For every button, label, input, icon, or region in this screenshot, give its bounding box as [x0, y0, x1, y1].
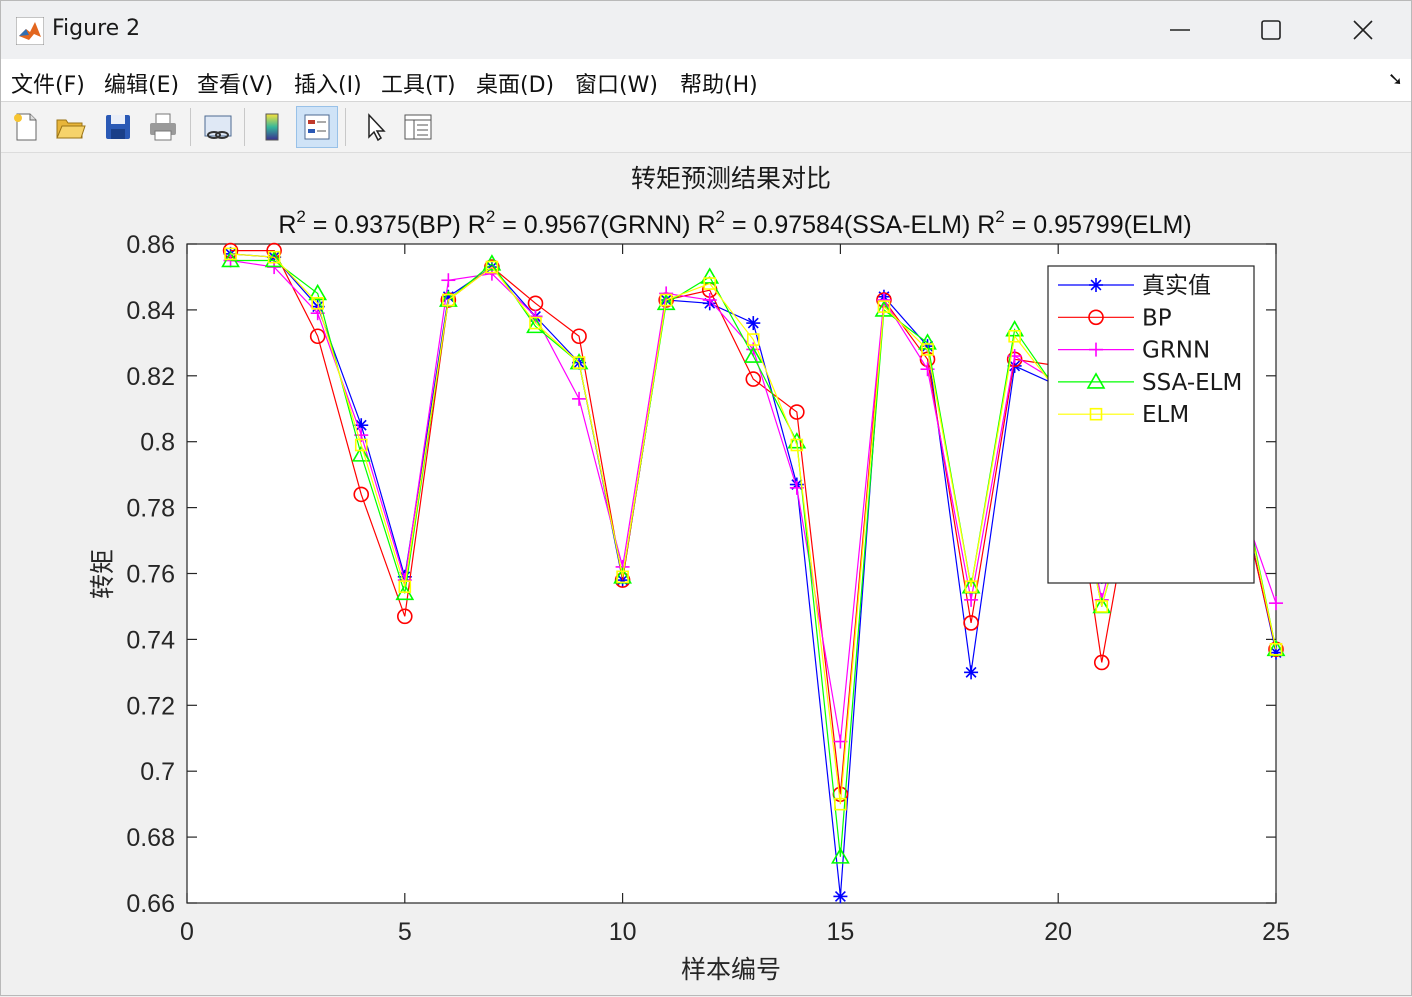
x-tick-label: 0	[180, 918, 194, 946]
minimize-icon	[1170, 29, 1190, 31]
legend-button[interactable]	[296, 106, 338, 148]
print-icon	[150, 113, 176, 141]
y-tick-label: 0.76	[126, 561, 175, 589]
menu-window[interactable]: 窗口(W)	[575, 67, 658, 99]
pointer-icon	[368, 113, 386, 142]
legend-label: ELM	[1142, 402, 1189, 428]
dock-arrow-icon[interactable]: ➘	[1388, 69, 1403, 90]
x-axis-label: 样本编号	[681, 955, 781, 984]
legend-label: 真实值	[1142, 273, 1211, 299]
toolbar-separator	[345, 108, 346, 146]
subtitle-part: R	[278, 211, 296, 239]
minimize-button[interactable]	[1134, 1, 1226, 59]
open-file-icon	[56, 119, 86, 139]
save-icon	[106, 115, 130, 139]
chart-subtitle: R2 = 0.9375(BP) R2 = 0.9567(GRNN) R2 = 0…	[278, 207, 1191, 239]
y-tick-label: 0.78	[126, 495, 175, 523]
toolbar-separator	[244, 108, 245, 146]
menu-file[interactable]: 文件(F)	[11, 67, 85, 99]
subtitle-part: R	[977, 211, 995, 239]
x-tick-label: 5	[398, 918, 412, 946]
y-tick-label: 0.66	[126, 890, 175, 918]
title-bar[interactable]: Figure 2	[1, 1, 1411, 59]
subtitle-superscript: 2	[486, 207, 495, 226]
y-axis-label: 转矩	[88, 549, 117, 599]
link-plot-button[interactable]	[197, 106, 239, 148]
subtitle-superscript: 2	[995, 207, 1004, 226]
menu-view[interactable]: 查看(V)	[197, 67, 273, 99]
toolbar-separator	[190, 108, 191, 146]
close-icon	[1353, 20, 1373, 40]
chart-title: 转矩预测结果对比	[631, 164, 831, 193]
window-title: Figure 2	[52, 16, 141, 41]
figure-area: 0 5 10 15 20 25 0.66 0.68 0.7 0.72 0.74 0.76 0.78 0.8…	[1, 153, 1412, 997]
y-tick-label: 0.72	[126, 692, 175, 720]
figure-window: Figure 2 文件(F) 编辑(E) 查看(V) 插入(I) 工具(T) 桌…	[0, 0, 1412, 996]
menu-insert[interactable]: 插入(I)	[294, 67, 362, 99]
legend-label: BP	[1142, 305, 1172, 331]
legend[interactable]: 真实值 BP GRNN SSA-ELM ELM	[1047, 265, 1255, 584]
subtitle-part: = 0.9375(BP)	[306, 211, 468, 239]
open-file-button[interactable]	[49, 106, 91, 148]
y-tick-label: 0.74	[126, 626, 175, 654]
legend-label: SSA-ELM	[1142, 370, 1242, 396]
legend-label: GRNN	[1142, 338, 1210, 364]
pointer-button[interactable]	[353, 106, 395, 148]
subtitle-superscript: 2	[296, 207, 305, 226]
subtitle-part: = 0.9567(GRNN)	[495, 211, 697, 239]
close-button[interactable]	[1317, 1, 1409, 59]
x-tick-label: 15	[826, 918, 854, 946]
x-tick-label: 10	[609, 918, 637, 946]
y-tick-label: 0.7	[140, 758, 175, 786]
colorbar-icon	[265, 113, 279, 141]
menu-help[interactable]: 帮助(H)	[680, 67, 758, 99]
new-figure-button[interactable]	[5, 106, 47, 148]
save-button[interactable]	[97, 106, 139, 148]
y-tick-label: 0.82	[126, 363, 175, 391]
link-plot-icon	[204, 115, 232, 139]
property-inspector-icon	[404, 114, 432, 140]
subtitle-part: R	[468, 211, 486, 239]
chart-canvas: 0 5 10 15 20 25 0.66 0.68 0.7 0.72 0.74 0.76 0.78 0.8…	[88, 164, 1290, 984]
menu-bar: 文件(F) 编辑(E) 查看(V) 插入(I) 工具(T) 桌面(D) 窗口(W…	[1, 59, 1411, 102]
figure-toolbar	[1, 102, 1411, 153]
data-point-asterisk	[1089, 278, 1103, 292]
subtitle-superscript: 2	[716, 207, 725, 226]
menu-edit[interactable]: 编辑(E)	[104, 67, 179, 99]
print-button[interactable]	[142, 106, 184, 148]
maximize-icon	[1261, 20, 1281, 40]
subtitle-part: = 0.97584(SSA-ELM)	[725, 211, 977, 239]
new-figure-icon	[14, 113, 37, 141]
legend-icon	[304, 114, 330, 140]
subtitle-part: = 0.95799(ELM)	[1005, 211, 1192, 239]
menu-desktop[interactable]: 桌面(D)	[476, 67, 554, 99]
subtitle-part: R	[697, 211, 715, 239]
property-inspector-button[interactable]	[397, 106, 439, 148]
y-tick-label: 0.8	[140, 429, 175, 457]
menu-tools[interactable]: 工具(T)	[381, 67, 456, 99]
matlab-logo-icon	[16, 17, 44, 45]
y-tick-label: 0.84	[126, 297, 175, 325]
y-tick-label: 0.68	[126, 824, 175, 852]
x-tick-label: 25	[1262, 918, 1290, 946]
colorbar-button[interactable]	[251, 106, 293, 148]
y-tick-label: 0.86	[126, 231, 175, 259]
maximize-button[interactable]	[1225, 1, 1317, 59]
x-tick-label: 20	[1044, 918, 1072, 946]
